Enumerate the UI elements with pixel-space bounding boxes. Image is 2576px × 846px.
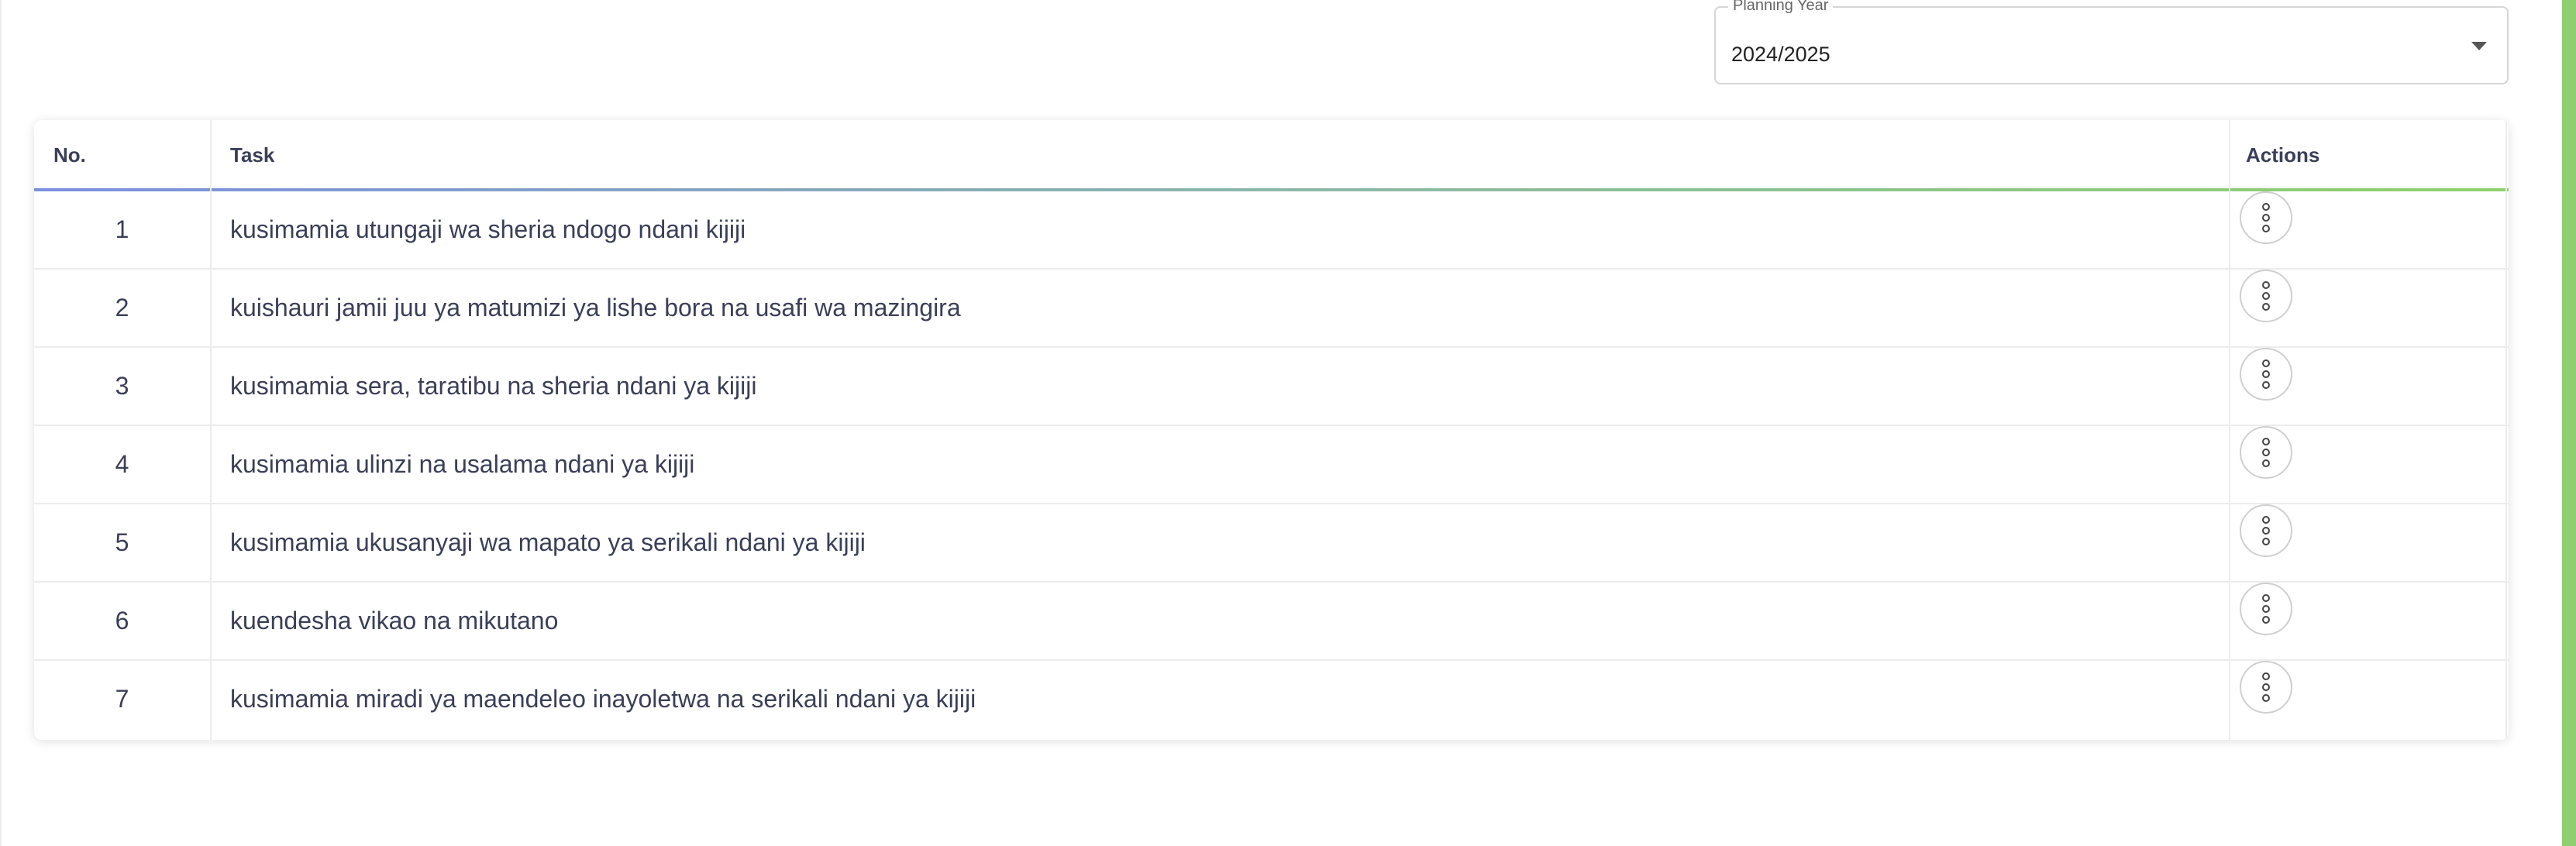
dot-glyph <box>2262 672 2270 680</box>
dot-glyph <box>2262 594 2270 602</box>
row-task: kusimamia miradi ya maendeleo inayoletwa… <box>230 685 976 713</box>
right-accent-bar <box>2562 0 2576 846</box>
dot-glyph <box>2262 214 2270 222</box>
caret-down-icon[interactable] <box>2471 42 2487 50</box>
header-no: No. <box>53 143 86 167</box>
planning-year-label: Planning Year <box>1728 0 1834 15</box>
row-actions-button[interactable] <box>2240 191 2292 244</box>
dot-glyph <box>2262 281 2270 289</box>
header-actions: Actions <box>2246 143 2320 167</box>
table-header: No. Task Actions <box>34 120 2509 190</box>
row-number: 4 <box>115 450 129 478</box>
row-actions-button[interactable] <box>2240 426 2292 479</box>
dot-glyph <box>2262 516 2270 524</box>
more-vertical-icon <box>2262 358 2270 390</box>
row-task: kusimamia utungaji wa sheria ndogo ndani… <box>230 215 746 243</box>
row-task: kusimamia ulinzi na usalama ndani ya kij… <box>230 450 695 478</box>
planning-year-select[interactable]: Planning Year 2024/2025 <box>1714 0 2509 84</box>
dot-glyph <box>2262 538 2270 545</box>
more-vertical-icon <box>2262 436 2270 469</box>
planning-year-value: 2024/2025 <box>1731 43 1830 66</box>
dot-glyph <box>2262 359 2270 367</box>
row-number: 7 <box>115 685 129 713</box>
more-vertical-icon <box>2262 280 2270 312</box>
header-task: Task <box>230 143 275 167</box>
dot-glyph <box>2262 459 2270 467</box>
row-number: 3 <box>115 372 129 400</box>
dot-glyph <box>2262 292 2270 300</box>
dot-glyph <box>2262 683 2270 691</box>
row-number: 6 <box>115 607 129 634</box>
dot-glyph <box>2262 370 2270 378</box>
more-vertical-icon <box>2262 201 2270 234</box>
more-vertical-icon <box>2262 514 2270 547</box>
dot-glyph <box>2262 225 2270 232</box>
dot-glyph <box>2262 605 2270 613</box>
more-vertical-icon <box>2262 671 2270 703</box>
row-actions-button[interactable] <box>2240 270 2292 322</box>
page: Planning Year 2024/2025 No. Task Actions… <box>0 0 2576 846</box>
dot-glyph <box>2262 381 2270 389</box>
dot-glyph <box>2262 616 2270 624</box>
tasks-table: No. Task Actions 1 kusimamia utungaji wa … <box>34 120 2509 740</box>
table-row: 5 kusimamia ukusanyaji wa mapato ya serik… <box>34 504 2509 583</box>
row-number: 1 <box>115 215 129 243</box>
row-task: kuishauri jamii juu ya matumizi ya lishe… <box>230 294 961 322</box>
row-number: 2 <box>115 294 129 322</box>
dot-glyph <box>2262 527 2270 535</box>
table-row: 6 kuendesha vikao na mikutano <box>34 583 2509 661</box>
row-task: kusimamia ukusanyaji wa mapato ya serika… <box>230 528 866 556</box>
dot-glyph <box>2262 449 2270 456</box>
row-task: kuendesha vikao na mikutano <box>230 607 559 634</box>
row-number: 5 <box>115 528 129 556</box>
row-actions-button[interactable] <box>2240 348 2292 401</box>
row-task: kusimamia sera, taratibu na sheria ndani… <box>230 372 757 400</box>
right-gutter <box>2553 0 2562 846</box>
row-actions-button[interactable] <box>2240 661 2292 714</box>
dot-glyph <box>2262 694 2270 702</box>
table-row: 2 kuishauri jamii juu ya matumizi ya lish… <box>34 270 2509 348</box>
row-actions-button[interactable] <box>2240 504 2292 557</box>
dot-glyph <box>2262 203 2270 211</box>
more-vertical-icon <box>2262 593 2270 625</box>
table-row: 7 kusimamia miradi ya maendeleo inayoletw… <box>34 661 2509 739</box>
row-actions-button[interactable] <box>2240 583 2292 635</box>
table-row: 1 kusimamia utungaji wa sheria ndogo ndan… <box>34 191 2509 270</box>
table-row: 3 kusimamia sera, taratibu na sheria ndan… <box>34 348 2509 426</box>
left-divider <box>0 0 2 846</box>
dot-glyph <box>2262 438 2270 445</box>
dot-glyph <box>2262 303 2270 311</box>
table-row: 4 kusimamia ulinzi na usalama ndani ya ki… <box>34 426 2509 504</box>
